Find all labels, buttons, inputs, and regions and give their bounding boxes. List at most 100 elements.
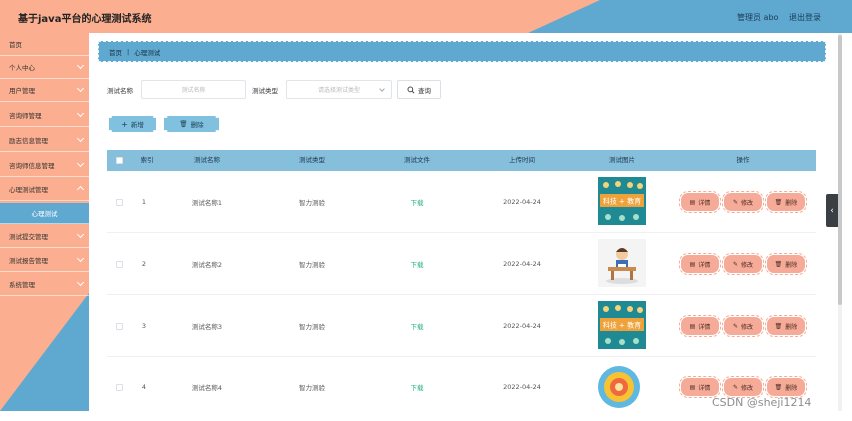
- sidebar-item-label: 咨询师信息管理: [9, 162, 55, 170]
- edit-label: 修改: [741, 199, 754, 207]
- delete-label: 删除: [785, 323, 798, 331]
- row-actions: ▤ 详情 ✎ 修改 🗑 删除: [679, 191, 807, 213]
- delete-button[interactable]: 🗑 删除: [765, 315, 807, 337]
- sidebar-item-user-management[interactable]: 用户管理: [0, 79, 89, 102]
- chevron-down-icon: [76, 159, 85, 168]
- delete-button[interactable]: 🗑 删除: [765, 191, 807, 213]
- select-all-checkbox[interactable]: [116, 157, 123, 164]
- sidebar-item-test-report[interactable]: 测试报告管理: [0, 249, 89, 272]
- detail-button[interactable]: ▤ 详情: [679, 315, 721, 337]
- test-name-input[interactable]: 测试名称: [141, 80, 246, 99]
- trash-icon: 🗑: [774, 198, 783, 206]
- delete-button[interactable]: 🗑 删除: [765, 376, 807, 398]
- sidebar-item-label: 励志信息管理: [9, 137, 48, 145]
- download-link[interactable]: 下载: [411, 321, 424, 331]
- chevron-down-icon: [76, 278, 85, 287]
- breadcrumb-separator: |: [127, 47, 130, 56]
- chevron-down-icon: [76, 84, 85, 93]
- table-row: 2 测试名称2 智力测验 下载 2022-04-24 ▤ 详情 ✎ 修改 🗑 删除: [107, 233, 816, 295]
- document-icon: ▤: [689, 383, 696, 391]
- test-name-placeholder: 测试名称: [181, 87, 206, 94]
- cell-index: 1: [141, 198, 147, 206]
- sidebar-item-counselor-management[interactable]: 咨询师管理: [0, 104, 89, 127]
- download-link[interactable]: 下载: [411, 197, 424, 207]
- scrollbar-thumb[interactable]: [838, 35, 842, 305]
- chevron-down-icon: [76, 230, 85, 239]
- cell-date: 2022-04-24: [503, 383, 541, 391]
- sidebar-item-personal-center[interactable]: 个人中心: [0, 56, 89, 79]
- row-checkbox[interactable]: [116, 199, 123, 206]
- cell-type: 智力测验: [299, 323, 325, 331]
- cell-date: 2022-04-24: [503, 260, 541, 268]
- edit-button[interactable]: ✎ 修改: [722, 253, 764, 275]
- column-header-upload-time: 上传时间: [509, 156, 535, 164]
- tech-edu-thumbnail[interactable]: 科技 + 教育: [598, 301, 646, 349]
- table-row: 3 测试名称3 智力测验 下载 2022-04-24 科技 + 教育 ▤ 详情 ✎…: [107, 295, 816, 357]
- delete-button-label: 删除: [190, 121, 204, 129]
- row-actions: ▤ 详情 ✎ 修改 🗑 删除: [679, 376, 807, 398]
- table-row: 1 测试名称1 智力测验 下载 2022-04-24 科技 + 教育 ▤ 详情 ✎…: [107, 171, 816, 233]
- cell-date: 2022-04-24: [503, 322, 541, 330]
- add-button[interactable]: + 新增: [109, 116, 156, 132]
- detail-label: 详情: [698, 323, 711, 331]
- delete-button[interactable]: 🗑 删除: [765, 253, 807, 275]
- scrollbar[interactable]: [838, 33, 842, 411]
- query-button[interactable]: 查询: [397, 80, 441, 99]
- column-header-name: 测试名称: [194, 156, 220, 164]
- current-user: 管理员 abo: [737, 13, 779, 22]
- sidebar-item-label: 测试提交管理: [9, 233, 48, 241]
- row-actions: ▤ 详情 ✎ 修改 🗑 删除: [679, 253, 807, 275]
- side-panel-toggle[interactable]: ‹: [826, 194, 838, 227]
- cell-name: 测试名称4: [191, 384, 223, 392]
- pencil-icon: ✎: [732, 383, 738, 391]
- download-link[interactable]: 下载: [411, 382, 424, 392]
- breadcrumb-current: 心理测试: [134, 48, 161, 57]
- test-name-label: 测试名称: [107, 87, 133, 95]
- sidebar-subitem-psych-test[interactable]: 心理测试: [0, 203, 89, 224]
- target-badge-thumbnail[interactable]: [595, 363, 643, 411]
- sidebar-item-counselor-info[interactable]: 咨询师信息管理: [0, 154, 89, 177]
- sidebar-item-label: 个人中心: [9, 64, 35, 72]
- test-type-select[interactable]: 请选择测试类型: [286, 80, 392, 99]
- row-checkbox[interactable]: [116, 323, 123, 330]
- batch-delete-button[interactable]: 🗑 删除: [164, 116, 219, 132]
- sidebar-item-test-submission[interactable]: 测试提交管理: [0, 225, 89, 248]
- row-actions: ▤ 详情 ✎ 修改 🗑 删除: [679, 315, 807, 337]
- sidebar-item-inspiration-info[interactable]: 励志信息管理: [0, 129, 89, 152]
- sidebar-decoration: [0, 293, 89, 411]
- sidebar-item-psych-test-management[interactable]: 心理测试管理: [0, 178, 89, 201]
- sidebar-item-home[interactable]: 首页: [0, 33, 89, 56]
- edit-label: 修改: [741, 323, 754, 331]
- edit-button[interactable]: ✎ 修改: [722, 191, 764, 213]
- column-header-actions: 操作: [736, 156, 750, 164]
- download-link[interactable]: 下载: [411, 259, 424, 269]
- sidebar-item-label: 首页: [9, 41, 22, 49]
- detail-button[interactable]: ▤ 详情: [679, 253, 721, 275]
- detail-label: 详情: [698, 384, 711, 392]
- cell-type: 智力测验: [299, 261, 325, 269]
- row-checkbox[interactable]: [116, 384, 123, 391]
- test-type-label: 测试类型: [252, 87, 278, 95]
- row-checkbox[interactable]: [116, 261, 123, 268]
- query-button-label: 查询: [418, 86, 431, 95]
- tech-edu-thumbnail[interactable]: 科技 + 教育: [598, 177, 646, 225]
- edit-button[interactable]: ✎ 修改: [722, 315, 764, 337]
- table-header: 索引 测试名称 测试类型 测试文件 上传时间 测试图片 操作: [107, 150, 816, 171]
- sidebar-item-system-management[interactable]: 系统管理: [0, 273, 89, 296]
- breadcrumb-home[interactable]: 首页: [109, 47, 122, 57]
- trash-icon: 🗑: [774, 260, 783, 268]
- watermark: CSDN @sheji1214: [712, 396, 812, 409]
- edit-label: 修改: [741, 384, 754, 392]
- detail-button[interactable]: ▤ 详情: [679, 191, 721, 213]
- logout-link[interactable]: 退出登录: [789, 12, 821, 23]
- edit-button[interactable]: ✎ 修改: [722, 376, 764, 398]
- detail-button[interactable]: ▤ 详情: [679, 376, 721, 398]
- search-icon: [407, 86, 415, 94]
- column-header-type: 测试类型: [299, 156, 325, 164]
- detail-label: 详情: [698, 199, 711, 207]
- pencil-icon: ✎: [732, 322, 738, 330]
- student-thumbnail[interactable]: [598, 239, 646, 287]
- trash-icon: 🗑: [774, 322, 783, 330]
- thumbnail-caption: 科技 + 教育: [603, 197, 641, 206]
- sidebar-item-label: 用户管理: [9, 87, 35, 95]
